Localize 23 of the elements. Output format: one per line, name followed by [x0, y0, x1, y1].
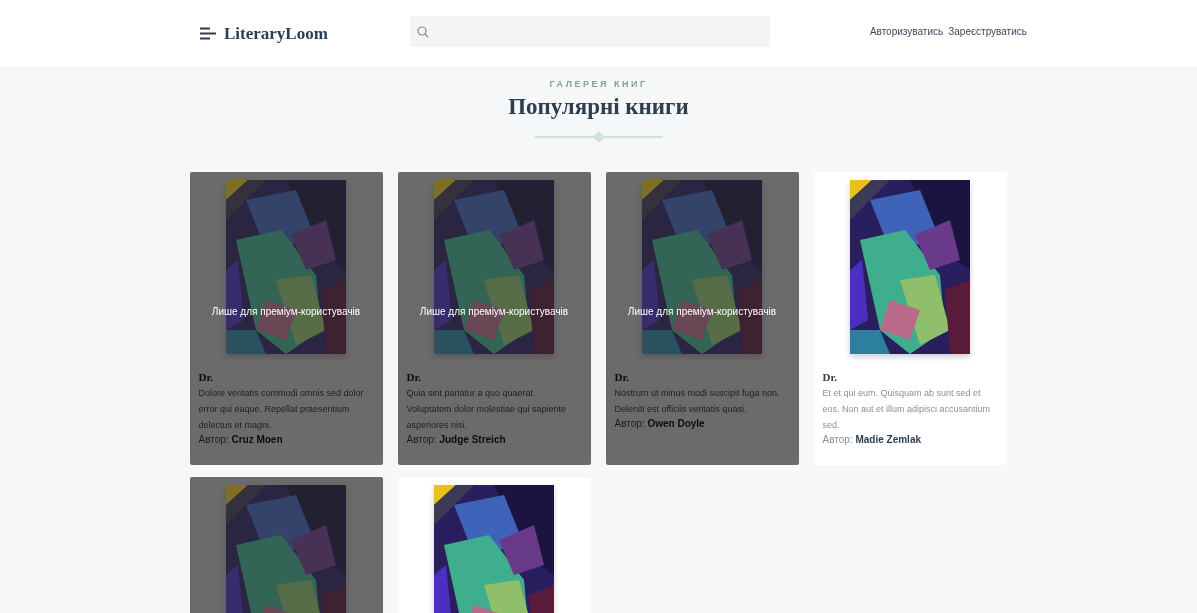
- nav-link[interactable]: Авторизуватись: [869, 26, 944, 37]
- nav-link[interactable]: Зареєструватись: [948, 26, 1027, 37]
- search-field[interactable]: [410, 16, 770, 47]
- book-title: Dr.: [614, 371, 631, 383]
- book-author: Автор: Madie Zemlak: [822, 434, 922, 445]
- book-title: Dr.: [198, 371, 215, 383]
- search-icon: [417, 25, 429, 38]
- premium-label: Лише для преміум-користувачів: [418, 306, 570, 317]
- book-author: Автор: Judge Streich: [406, 434, 507, 445]
- logo[interactable]: LiteraryLoom: [224, 23, 328, 44]
- premium-label: Лише для преміум-користувачів: [626, 306, 778, 317]
- section-eyebrow: ГАЛЕРЕЯ КНИГ: [549, 79, 648, 89]
- section-title: Популярні книги: [508, 94, 689, 120]
- book-title: Dr.: [822, 371, 839, 383]
- book-title: Dr.: [406, 371, 423, 383]
- book-description: Nostrum ut minus modi suscipit fuga non. Deleniti est officiis veritatis quasi.: [614, 387, 781, 416]
- book-description: Dolore veritatis commodi omnis sed dolor error qui eaque. Repellat praesentium delectus et magni.: [198, 387, 365, 432]
- book-author: Автор: Owen Doyle: [614, 418, 706, 429]
- book-author: Автор: Cruz Moen: [198, 434, 284, 445]
- book-description: Et et qui eum. Quisquam ab sunt sed et eos. Non aut et illum adipisci accusantium sed.: [822, 387, 992, 432]
- premium-label: Лише для преміум-користувачів: [210, 306, 362, 317]
- book-description: Quia sint pariatur a quo quaerat. Voluptatem dolor molestiae qui sapiente asperiores nisi.: [406, 387, 568, 432]
- menu-icon[interactable]: [200, 27, 216, 40]
